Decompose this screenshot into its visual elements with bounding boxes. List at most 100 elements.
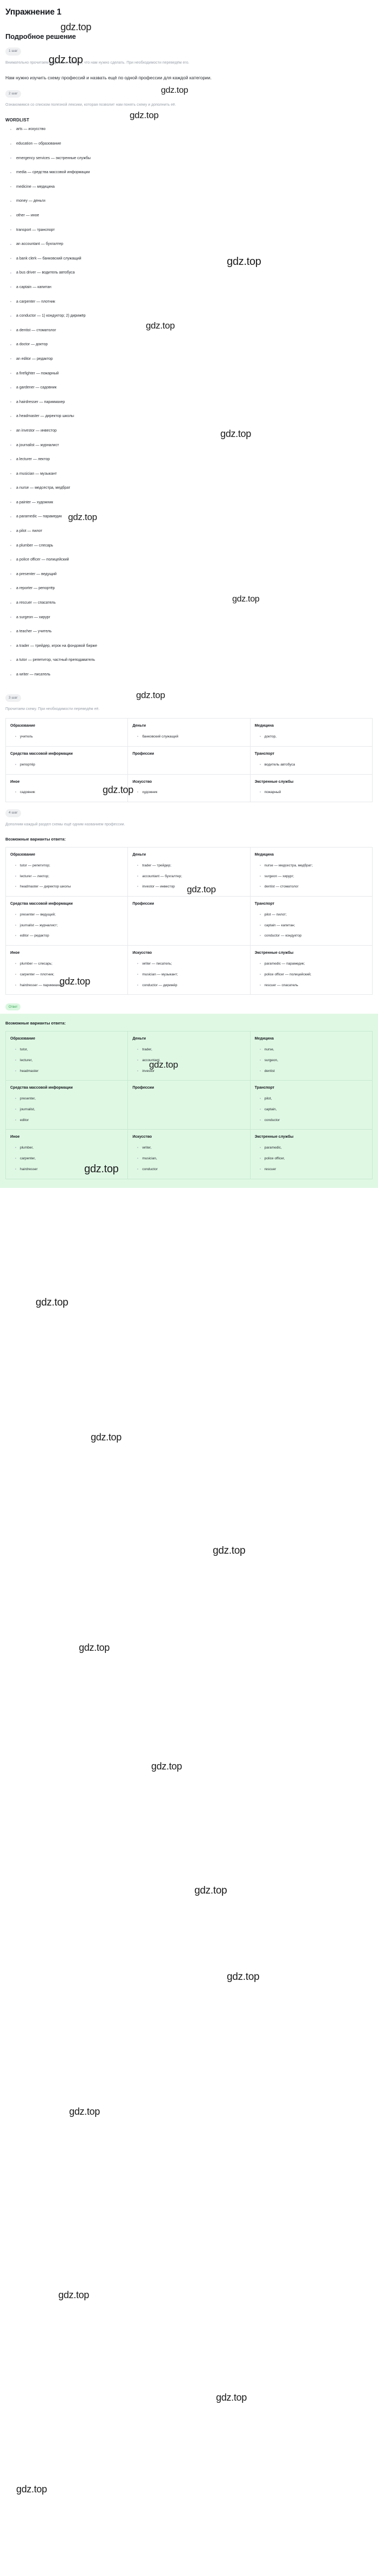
list-item: accountant — бухгалтер; — [137, 874, 245, 879]
list-item: tutor — репетитор; — [15, 863, 123, 869]
step-badge-3: 3 шаг — [5, 694, 21, 702]
watermark: gdz.top — [213, 1545, 246, 1556]
list-item: musician, — [137, 1156, 245, 1161]
wordlist-item: a trader — трейдер, игрок на фондовой би… — [10, 644, 378, 648]
wordlist-item: education — образование — [10, 142, 378, 146]
wordlist-item: a doctor — доктор — [10, 343, 378, 346]
category-item-list: pilot — пилот; captain — капитан; conducto… — [255, 912, 368, 939]
category-item-list: paramedic — парамедик; police officer — п… — [255, 961, 368, 988]
category-item-list: writer — писатель; musician — музыкант; co… — [132, 961, 245, 988]
category-label: Экстренные службы — [254, 1135, 294, 1139]
list-item: садовник — [15, 790, 123, 795]
wordlist-item: a musician — музыкант — [10, 472, 378, 476]
page-title: Упражнение 1 — [5, 8, 62, 17]
list-item: водитель автобуса — [259, 762, 368, 768]
step-badge-2: 2 шаг — [5, 90, 21, 98]
table-row: Образование учитель Деньги банковский служа… — [5, 718, 373, 747]
step-3: 3 шаг Прочитаем схему. При необходимости… — [0, 687, 378, 803]
table-cell: Транспорт pilot, captain, conductor — [249, 1080, 373, 1130]
table-cell: Профессии — [127, 1080, 251, 1130]
category-label: Транспорт — [254, 1086, 275, 1090]
category-label: Транспорт — [254, 902, 275, 906]
wordlist-item: a hairdresser — парикмахер — [10, 400, 378, 404]
table-cell: Искусство художник — [127, 774, 251, 803]
wordlist-item: an editor — редактор — [10, 357, 378, 361]
watermark: gdz.top — [216, 2392, 247, 2403]
scheme-table-answer: Образование tutor, lecturer, headmaster День… — [5, 1031, 373, 1179]
list-item: plumber — слесарь; — [15, 961, 123, 967]
category-item-list: водитель автобуса — [255, 762, 368, 768]
list-item: investor — [137, 1069, 245, 1074]
category-item-list: presenter, journalist, editor — [10, 1096, 123, 1123]
step-2: 2 шаг Ознакомимся со списком полезной ле… — [0, 83, 378, 677]
watermark: gdz.top — [91, 1432, 122, 1443]
table-cell: Иное plumber, carpenter, hairdresser — [5, 1129, 129, 1179]
category-item-list: nurse, surgeon, dentist — [255, 1047, 368, 1074]
category-item-list: tutor, lecturer, headmaster — [10, 1047, 123, 1074]
list-item: captain — капитан; — [259, 923, 368, 928]
list-item: headmaster — [15, 1069, 123, 1074]
answer-badge: Ответ — [5, 1003, 21, 1011]
step-1-task: Нам нужно изучить схему профессий и назв… — [5, 74, 212, 80]
table-cell: Образование tutor, lecturer, headmaster — [5, 1031, 129, 1081]
table-cell: Иное plumber — слесарь; carpenter — плотни… — [5, 945, 129, 995]
category-label: Искусство — [132, 780, 152, 784]
category-item-list: writer, musician, conductor — [132, 1145, 245, 1172]
step-2-note: Ознакомимся со списком полезной лексики,… — [5, 103, 177, 107]
list-item: lecturer — лектор; — [15, 874, 123, 879]
wordlist-item: media — средства массовой информации — [10, 170, 378, 174]
category-item-list: plumber — слесарь; carpenter — плотник; ha… — [10, 961, 123, 988]
watermark: gdz.top — [151, 1761, 182, 1772]
step-4-note: Дополним каждый раздел схемы ещё одним н… — [5, 822, 125, 826]
scheme-table-step3: Образование учитель Деньги банковский служа… — [5, 718, 373, 803]
table-cell: Средства массовой информации репортёр — [5, 746, 129, 775]
category-label: Образование — [10, 1037, 36, 1041]
list-item: presenter — ведущий; — [15, 912, 123, 918]
category-item-list: presenter — ведущий; journalist — журнали… — [10, 912, 123, 939]
category-item-list: садовник — [10, 790, 123, 795]
list-item: captain, — [259, 1107, 368, 1112]
wordlist: arts — искусство education — образование e… — [0, 127, 378, 677]
category-item-list: репортёр — [10, 762, 123, 768]
wordlist-item: transport — транспорт — [10, 228, 378, 232]
table-row: Образование tutor — репетитор; lecturer — … — [5, 846, 373, 897]
list-item: editor — [15, 1118, 123, 1123]
table-cell: Деньги trader, accountant, investor — [127, 1031, 251, 1081]
category-item-list: nurse — медсестра, медбрат; surgeon — хир… — [255, 863, 368, 890]
wordlist-item: medicine — медицина — [10, 185, 378, 189]
wordlist-item: a surgeon — хирург — [10, 616, 378, 619]
list-item: pilot — пилот; — [259, 912, 368, 918]
list-item: police officer, — [259, 1156, 368, 1161]
wordlist-item: a pilot — пилот — [10, 529, 378, 533]
category-item-list: paramedic, police officer, rescuer — [255, 1145, 368, 1172]
table-row: Средства массовой информации presenter, jo… — [5, 1080, 373, 1130]
table-row: Иное plumber — слесарь; carpenter — плотни… — [5, 945, 373, 995]
wordlist-item: a rescuer — спасатель — [10, 601, 378, 605]
table-cell: Деньги банковский служащий — [127, 718, 251, 747]
category-item-list: учитель — [10, 734, 123, 740]
list-item: rescuer — [259, 1167, 368, 1172]
wordlist-item: a dentist — стоматолог — [10, 329, 378, 332]
step-1: 1 шаг Внимательно прочитаем задание и по… — [0, 40, 378, 83]
table-cell: Средства массовой информации presenter, jo… — [5, 1080, 129, 1130]
list-item: учитель — [15, 734, 123, 740]
category-label: Медицина — [254, 852, 274, 857]
list-item: trader — трейдер; — [137, 863, 245, 869]
table-cell: Экстренные службы paramedic, police office… — [249, 1129, 373, 1179]
list-item: journalist, — [15, 1107, 123, 1112]
table-cell: Медицина nurse, surgeon, dentist — [249, 1031, 373, 1081]
list-item: police officer — полицейский; — [259, 972, 368, 978]
step-3-note: Прочитаем схему. При необходимости перев… — [5, 707, 100, 712]
category-label: Профессии — [132, 902, 154, 906]
wordlist-item: a bus driver — водитель автобуса — [10, 271, 378, 275]
category-label: Иное — [10, 951, 20, 955]
watermark: gdz.top — [194, 1885, 227, 1896]
wordlist-heading: WORDLIST — [5, 118, 30, 123]
category-item-list: trader, accountant, investor — [132, 1047, 245, 1074]
category-label: Иное — [10, 780, 20, 784]
wordlist-item: other — иное — [10, 214, 378, 217]
watermark: gdz.top — [58, 2290, 89, 2300]
watermark: gdz.top — [60, 22, 91, 32]
category-item-list: pilot, captain, conductor — [255, 1096, 368, 1123]
list-item: carpenter — плотник; — [15, 972, 123, 978]
